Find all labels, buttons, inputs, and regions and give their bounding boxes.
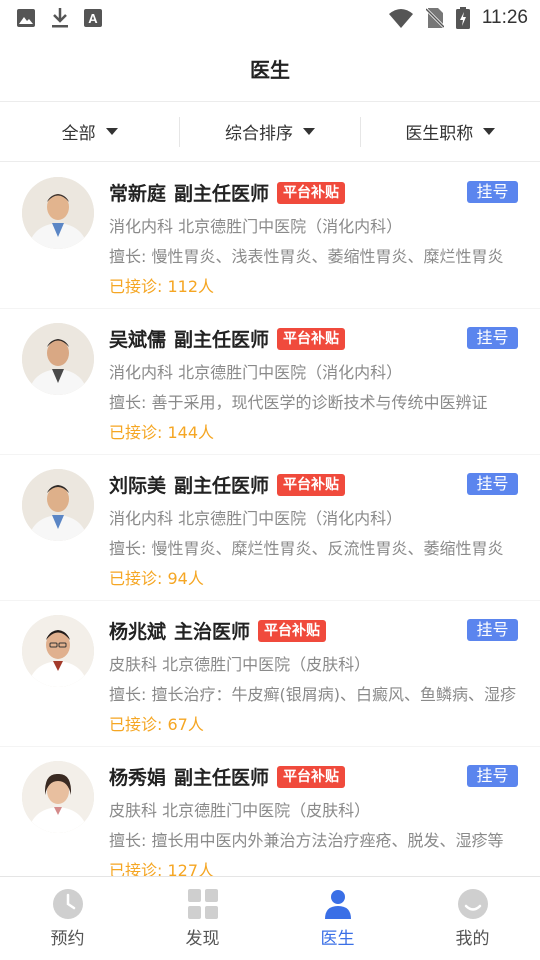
filter-label: 全部	[61, 124, 96, 144]
doctor-list: 常新庭 副主任医师 平台补贴 挂号 消化内科 北京德胜门中医院（消化内科） 擅长…	[0, 163, 540, 876]
doctor-department: 皮肤科 北京德胜门中医院（皮肤科）	[109, 655, 371, 674]
doctor-name: 常新庭	[109, 183, 167, 205]
doctor-avatar	[22, 615, 94, 687]
doctor-name: 吴斌儒	[109, 329, 167, 351]
status-bar: A 11:26	[0, 0, 540, 36]
filter-label: 医生职称	[405, 124, 474, 144]
bottom-nav: 预约 发现 医生 我的	[0, 876, 540, 960]
consult-count: 已接诊: 67人	[109, 715, 204, 734]
doctor-specialty: 擅长: 慢性胃炎、浅表性胃炎、萎缩性胃炎、糜烂性胃炎	[109, 247, 504, 266]
image-icon	[16, 8, 36, 28]
smiley-icon	[457, 888, 489, 920]
nav-label: 预约	[50, 929, 85, 949]
nav-doctor[interactable]: 医生	[270, 877, 405, 960]
register-button[interactable]: 挂号	[467, 181, 518, 203]
no-sim-icon	[425, 7, 444, 29]
clock-time: 11:26	[481, 7, 528, 28]
doctor-avatar	[22, 177, 94, 249]
subsidy-badge: 平台补贴	[277, 327, 346, 350]
doctor-name: 杨兆斌	[109, 621, 167, 643]
download-icon	[50, 7, 70, 29]
doctor-specialty: 擅长: 慢性胃炎、糜烂性胃炎、反流性胃炎、萎缩性胃炎	[109, 539, 504, 558]
caret-down-icon	[105, 128, 118, 135]
filter-bar: 全部 综合排序 医生职称	[0, 102, 540, 162]
register-button[interactable]: 挂号	[467, 473, 518, 495]
doctor-specialty: 擅长: 善于采用，现代医学的诊断技术与传统中医辨证	[109, 393, 488, 412]
doctor-department: 消化内科 北京德胜门中医院（消化内科）	[109, 509, 403, 528]
doctor-title: 主治医师	[174, 621, 251, 643]
doctor-title: 副主任医师	[174, 767, 270, 789]
nav-label: 发现	[185, 929, 220, 949]
doctor-card[interactable]: 杨秀娟 副主任医师 平台补贴 挂号 皮肤科 北京德胜门中医院（皮肤科） 擅长: …	[0, 747, 540, 876]
caret-down-icon	[302, 128, 315, 135]
doctor-title: 副主任医师	[174, 183, 270, 205]
doctor-name: 杨秀娟	[109, 767, 167, 789]
doctor-department: 消化内科 北京德胜门中医院（消化内科）	[109, 217, 403, 236]
battery-charging-icon	[455, 7, 470, 29]
subsidy-badge: 平台补贴	[258, 619, 327, 642]
header: 医生	[0, 36, 540, 102]
nav-discover[interactable]: 发现	[135, 877, 270, 960]
svg-text:A: A	[88, 11, 98, 26]
doctor-card[interactable]: 吴斌儒 副主任医师 平台补贴 挂号 消化内科 北京德胜门中医院（消化内科） 擅长…	[0, 309, 540, 454]
nav-mine[interactable]: 我的	[405, 877, 540, 960]
grid-icon	[187, 888, 219, 920]
filter-all[interactable]: 全部	[0, 117, 179, 147]
doctor-specialty: 擅长: 擅长治疗：牛皮癣(银屑病)、白癜风、鱼鳞病、湿疹	[109, 685, 516, 704]
doctor-department: 皮肤科 北京德胜门中医院（皮肤科）	[109, 801, 371, 820]
doctor-avatar	[22, 761, 94, 833]
consult-count: 已接诊: 144人	[109, 423, 215, 442]
doctor-department: 消化内科 北京德胜门中医院（消化内科）	[109, 363, 403, 382]
nav-label: 医生	[320, 929, 355, 949]
subsidy-badge: 平台补贴	[277, 765, 346, 788]
doctor-card[interactable]: 常新庭 副主任医师 平台补贴 挂号 消化内科 北京德胜门中医院（消化内科） 擅长…	[0, 163, 540, 308]
page-title: 医生	[250, 58, 290, 82]
doctor-avatar	[22, 323, 94, 395]
nav-label: 我的	[455, 929, 490, 949]
register-button[interactable]: 挂号	[467, 327, 518, 349]
person-icon	[322, 888, 354, 920]
font-icon: A	[84, 9, 102, 27]
consult-count: 已接诊: 112人	[109, 277, 215, 296]
nav-appointment[interactable]: 预约	[0, 877, 135, 960]
caret-down-icon	[483, 128, 496, 135]
register-button[interactable]: 挂号	[467, 765, 518, 787]
doctor-title: 副主任医师	[174, 329, 270, 351]
doctor-title: 副主任医师	[174, 475, 270, 497]
subsidy-badge: 平台补贴	[277, 473, 346, 496]
doctor-card[interactable]: 杨兆斌 主治医师 平台补贴 挂号 皮肤科 北京德胜门中医院（皮肤科） 擅长: 擅…	[0, 601, 540, 746]
filter-label: 综合排序	[224, 124, 293, 144]
filter-sort[interactable]: 综合排序	[179, 116, 359, 147]
clock-icon	[52, 888, 84, 920]
wifi-icon	[388, 8, 414, 28]
doctor-name: 刘际美	[109, 475, 167, 497]
filter-doctor-title[interactable]: 医生职称	[359, 116, 540, 147]
doctor-card[interactable]: 刘际美 副主任医师 平台补贴 挂号 消化内科 北京德胜门中医院（消化内科） 擅长…	[0, 455, 540, 600]
doctor-specialty: 擅长: 擅长用中医内外兼治方法治疗痤疮、脱发、湿疹等	[109, 831, 504, 850]
subsidy-badge: 平台补贴	[277, 181, 346, 204]
doctor-avatar	[22, 469, 94, 541]
consult-count: 已接诊: 94人	[109, 569, 204, 588]
register-button[interactable]: 挂号	[467, 619, 518, 641]
consult-count: 已接诊: 127人	[109, 861, 215, 876]
